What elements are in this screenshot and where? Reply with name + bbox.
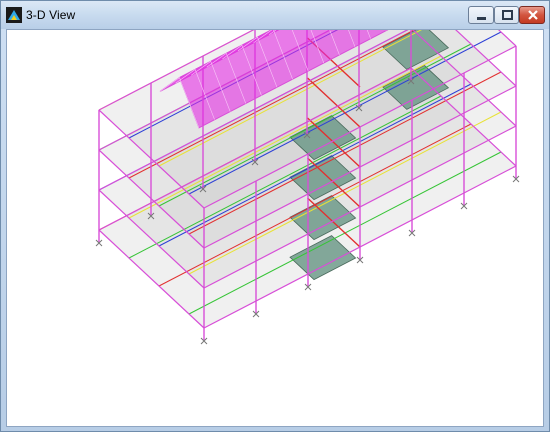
etabs-app-icon [6,7,22,23]
title-bar[interactable]: 3-D View [1,1,549,29]
minimize-button[interactable] [468,6,494,24]
maximize-button[interactable] [494,6,519,24]
minimize-icon [477,17,486,20]
maximize-icon [502,10,513,20]
window-title: 3-D View [26,8,76,22]
close-icon [528,10,538,20]
model-viewport[interactable] [6,29,544,427]
structural-model-3d [95,30,520,345]
window-3d-view: 3-D View [0,0,550,432]
close-button[interactable] [519,6,545,24]
